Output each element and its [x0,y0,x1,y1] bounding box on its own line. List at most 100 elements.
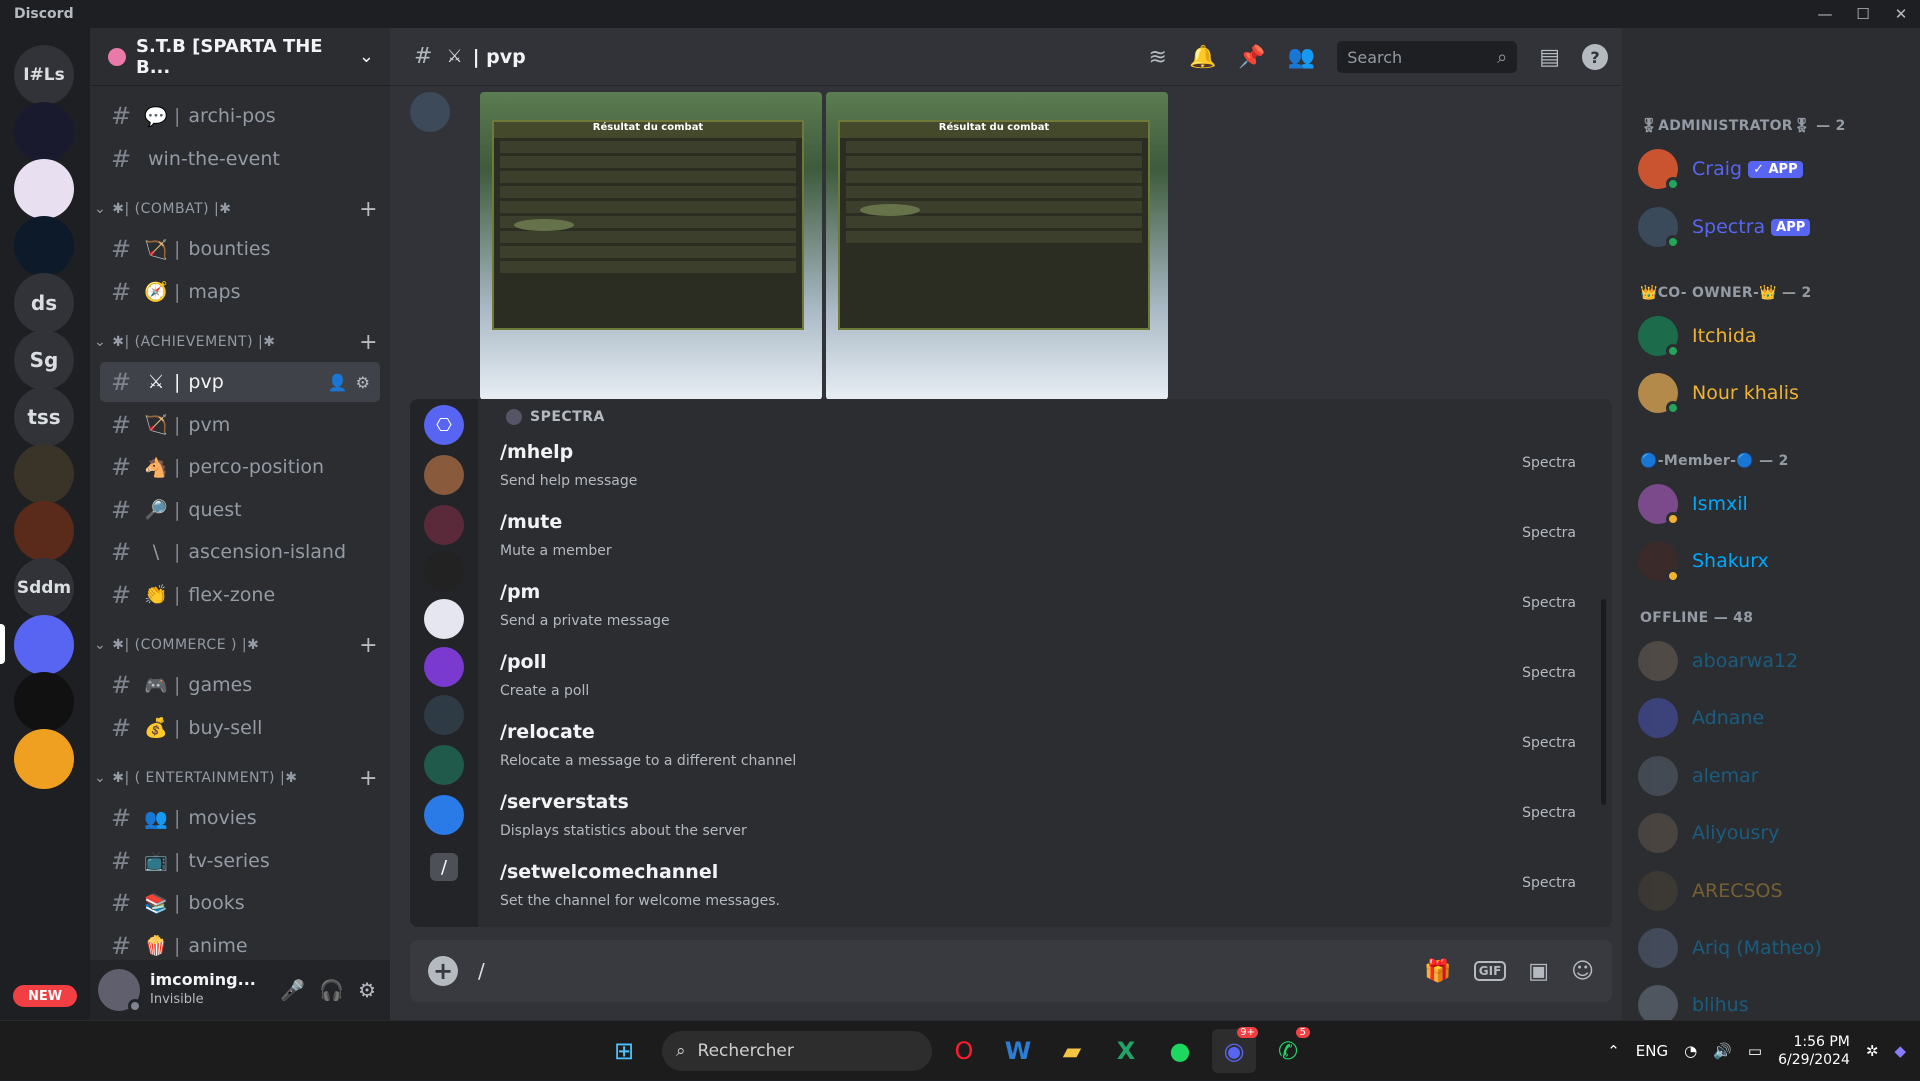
channel-win-the-event[interactable]: # win-the-event [100,139,380,179]
pin-icon[interactable]: 📌 [1238,45,1265,70]
add-channel-icon[interactable]: + [359,197,378,222]
server-icon[interactable]: Sg [14,330,74,390]
battery-icon[interactable]: ▭ [1748,1042,1762,1060]
member-item[interactable]: Shakurx [1638,536,1908,586]
slash-command-item[interactable]: /serverstats Displays statistics about th… [478,783,1598,853]
new-badge[interactable]: NEW [10,982,80,1010]
member-item[interactable]: Itchida [1638,311,1908,361]
channel-books[interactable]: # 📚 | books [100,883,380,923]
opera-icon[interactable]: O [942,1029,986,1073]
discord-taskbar-icon[interactable]: ◉ 9+ [1212,1027,1258,1073]
slash-command-item[interactable]: /relocate Relocate a message to a differe… [478,713,1598,783]
slash-command-item[interactable]: /pm Send a private message Spectra [478,573,1598,643]
minimize-button[interactable]: — [1806,0,1844,28]
member-item[interactable]: Aliyousry [1638,808,1908,858]
gear-icon[interactable]: ⚙ [356,373,370,392]
start-button[interactable]: ⊞ [602,1029,646,1073]
volume-icon[interactable]: 🔊 [1713,1042,1732,1060]
channel-ascension-island[interactable]: # \ | ascension-island [100,532,380,572]
channel-pvp[interactable]: # ⚔ | pvp 👤 ⚙ [100,362,380,402]
bot-avatar[interactable] [424,505,464,545]
member-item[interactable]: alemar [1638,751,1908,801]
channel-category[interactable]: ⌄ ✱| ( ENTERTAINMENT) |✱ + [94,766,380,791]
channel-buy-sell[interactable]: # 💰 | buy-sell [100,708,380,748]
help-icon[interactable]: ? [1582,44,1608,70]
channel-movies[interactable]: # 👥 | movies [100,798,380,838]
word-icon[interactable]: W [996,1029,1040,1073]
attachment-image[interactable]: Résultat du combat [480,92,822,400]
member-item[interactable]: Craig ✓ APP [1638,144,1908,194]
slash-commands-icon[interactable]: / [430,853,458,881]
message-input[interactable]: / [478,959,485,983]
channel-category[interactable]: ⌄ ✱| (ACHIEVEMENT) |✱ + [94,330,380,355]
close-button[interactable]: ✕ [1882,0,1920,28]
taskbar-search[interactable]: ⌕ Rechercher [662,1031,932,1071]
slash-command-item[interactable]: /mute Mute a member Spectra [478,503,1598,573]
server-icon[interactable] [14,501,74,561]
bot-avatar[interactable] [424,647,464,687]
emoji-icon[interactable]: ☺ [1571,959,1594,984]
server-icon[interactable]: tss [14,387,74,447]
server-icon[interactable] [14,444,74,504]
gift-icon[interactable]: 🎁 [1424,959,1451,984]
excel-icon[interactable]: X [1104,1029,1148,1073]
channel-category[interactable]: ⌄ ✱| (COMBAT) |✱ + [94,197,380,222]
member-item[interactable]: blihus [1638,980,1908,1020]
channel-perco-position[interactable]: # 🐴 | perco-position [100,447,380,487]
scrollbar[interactable] [1601,599,1606,805]
chevron-down-icon[interactable]: ⌄ [359,46,374,67]
gif-button[interactable]: GIF [1473,961,1507,981]
channel-maps[interactable]: # 🧭 | maps [100,272,380,312]
apps-icon[interactable]: ⎔ [424,405,464,445]
channel-quest[interactable]: # 🔎 | quest [100,490,380,530]
file-explorer-icon[interactable]: ▰ [1050,1029,1094,1073]
server-header[interactable]: S.T.B [SPARTA THE B... ⌄ [90,28,390,86]
member-item[interactable]: aboarwa12 [1638,636,1908,686]
avatar[interactable] [98,969,142,1013]
add-channel-icon[interactable]: + [359,633,378,658]
bot-avatar[interactable] [424,455,464,495]
slash-command-item[interactable]: /poll Create a poll Spectra [478,643,1598,713]
language-indicator[interactable]: ENG [1636,1042,1668,1060]
bot-avatar[interactable] [424,551,464,591]
member-item[interactable]: Spectra APP [1638,202,1908,252]
server-icon[interactable] [14,102,74,162]
server-icon[interactable] [14,729,74,789]
whatsapp-icon[interactable]: ✆ 5 [1266,1027,1310,1073]
slash-command-item[interactable]: /setwelcomechannel Set the channel for we… [478,853,1598,923]
wifi-icon[interactable]: ◔ [1684,1042,1697,1060]
bot-avatar[interactable] [424,745,464,785]
server-icon[interactable] [14,216,74,276]
add-channel-icon[interactable]: + [359,766,378,791]
channel-tv-series[interactable]: # 📺 | tv-series [100,841,380,881]
member-item[interactable]: ARECSOS [1638,866,1908,916]
members-icon[interactable]: 👥 [1288,45,1315,70]
chevron-up-icon[interactable]: ⌃ [1607,1042,1620,1060]
channel-bounties[interactable]: # 🏹 | bounties [100,229,380,269]
member-item[interactable]: Ariq (Matheo) [1638,923,1908,973]
headphones-icon[interactable]: 🎧 [319,978,344,1002]
channel-flex-zone[interactable]: # 👏 | flex-zone [100,575,380,615]
server-icon[interactable] [14,615,74,675]
microphone-muted-icon[interactable]: 🎤 [280,978,305,1002]
maximize-button[interactable]: ☐ [1844,0,1882,28]
threads-icon[interactable]: ≋ [1149,45,1167,70]
add-member-icon[interactable]: 👤 [328,373,348,392]
bot-avatar[interactable] [424,695,464,735]
attachment-image[interactable]: Résultat du combat [826,92,1168,400]
bug-icon[interactable]: ✲ [1866,1042,1879,1060]
server-icon[interactable]: ds [14,273,74,333]
server-icon[interactable]: I#Ls [14,45,74,105]
clock[interactable]: 1:56 PM 6/29/2024 [1778,1033,1850,1069]
message-avatar[interactable] [410,92,450,132]
member-item[interactable]: Nour khalis [1638,368,1908,418]
user-info[interactable]: imcoming... Invisible [150,971,256,1009]
channel-pvm[interactable]: # 🏹 | pvm [100,405,380,445]
member-item[interactable]: Adnane [1638,693,1908,743]
inbox-icon[interactable]: ▤ [1539,45,1560,70]
slash-command-item[interactable]: /mhelp Send help message Spectra [478,433,1598,503]
channel-games[interactable]: # 🎮 | games [100,665,380,705]
bot-avatar[interactable] [424,795,464,835]
bell-icon[interactable]: 🔔 [1189,45,1216,70]
sticker-icon[interactable]: ▣ [1528,959,1549,984]
